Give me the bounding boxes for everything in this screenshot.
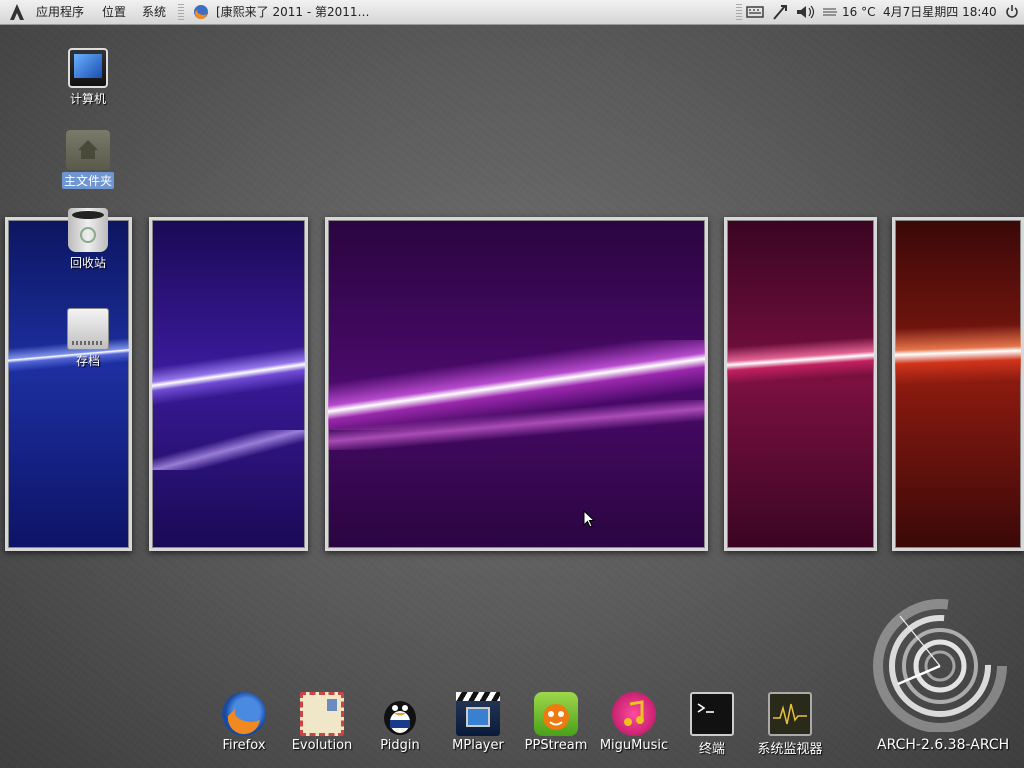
kernel-version-label: ARCH-2.6.38-ARCH [877,737,1010,753]
dock-item-label: 终端 [698,742,725,757]
wallpaper-pane [149,217,308,551]
dock-item-firefox[interactable]: Firefox [206,692,282,753]
panel-separator [736,4,742,20]
menu-system[interactable]: 系统 [142,0,166,24]
wallpaper-pane [892,217,1024,551]
trash-icon [68,208,108,252]
arch-logo-icon[interactable] [8,0,26,24]
migumusic-icon [612,692,656,736]
home-folder-icon [66,130,110,170]
taskbar-window-title[interactable]: [康熙来了 2011 - 第2011… [216,0,370,24]
system-monitor-icon [768,692,812,736]
weather-icon[interactable] [821,0,839,24]
firefox-task-icon[interactable] [192,0,210,24]
menu-applications[interactable]: 应用程序 [36,0,84,24]
menu-places[interactable]: 位置 [102,0,126,24]
power-icon[interactable] [1004,0,1020,24]
top-panel: 应用程序 位置 系统 [康熙来了 2011 - 第2011… 16 °C 4月7… [0,0,1024,25]
drive-icon [67,308,109,350]
volume-icon[interactable] [795,0,815,24]
dock-item-label: 系统监视器 [757,742,823,757]
mouse-cursor-icon [583,509,596,532]
firefox-icon [222,692,266,736]
network-icon[interactable] [771,0,789,24]
dock-item-label: Evolution [291,738,353,753]
keyboard-icon[interactable] [746,0,764,24]
dock-item-evolution[interactable]: Evolution [284,692,360,753]
dock-item-ppstream[interactable]: PPStream [518,692,594,753]
dock-item-pidgin[interactable]: Pidgin [362,692,438,753]
panel-separator [178,4,184,20]
evolution-icon [300,692,344,736]
computer-icon [68,48,108,88]
dock-item-terminal[interactable]: 终端 [674,692,750,757]
dock-item-mplayer[interactable]: MPlayer [440,692,516,753]
pidgin-icon [378,692,422,736]
dock-item-label: MiguMusic [599,738,669,753]
temperature-label[interactable]: 16 °C [842,0,875,24]
mplayer-icon [456,692,500,736]
dock-item-label: Firefox [222,738,266,753]
dock-item-label: PPStream [524,738,588,753]
ppstream-icon [534,692,578,736]
desktop-icon-trash[interactable]: 回收站 [53,208,123,271]
terminal-icon [690,692,734,736]
desktop-icon-computer[interactable]: 计算机 [53,48,123,107]
desktop-icon-label: 存档 [75,354,100,368]
desktop-icon-label: 回收站 [69,256,106,270]
dock-item-label: Pidgin [380,738,420,753]
desktop-icon-archive[interactable]: 存档 [53,308,123,369]
system-clock-widget [870,592,1020,733]
wallpaper-pane [325,217,708,551]
desktop-icon-home[interactable]: 主文件夹 [53,130,123,189]
wallpaper-pane [724,217,877,551]
desktop-icon-label: 计算机 [69,92,106,106]
desktop-icon-label: 主文件夹 [61,172,114,189]
dock-item-label: MPlayer [452,738,504,753]
clock[interactable]: 4月7日星期四 18:40 [883,0,997,24]
dock-item-system-monitor[interactable]: 系统监视器 [752,692,828,757]
dock-item-migumusic[interactable]: MiguMusic [596,692,672,753]
